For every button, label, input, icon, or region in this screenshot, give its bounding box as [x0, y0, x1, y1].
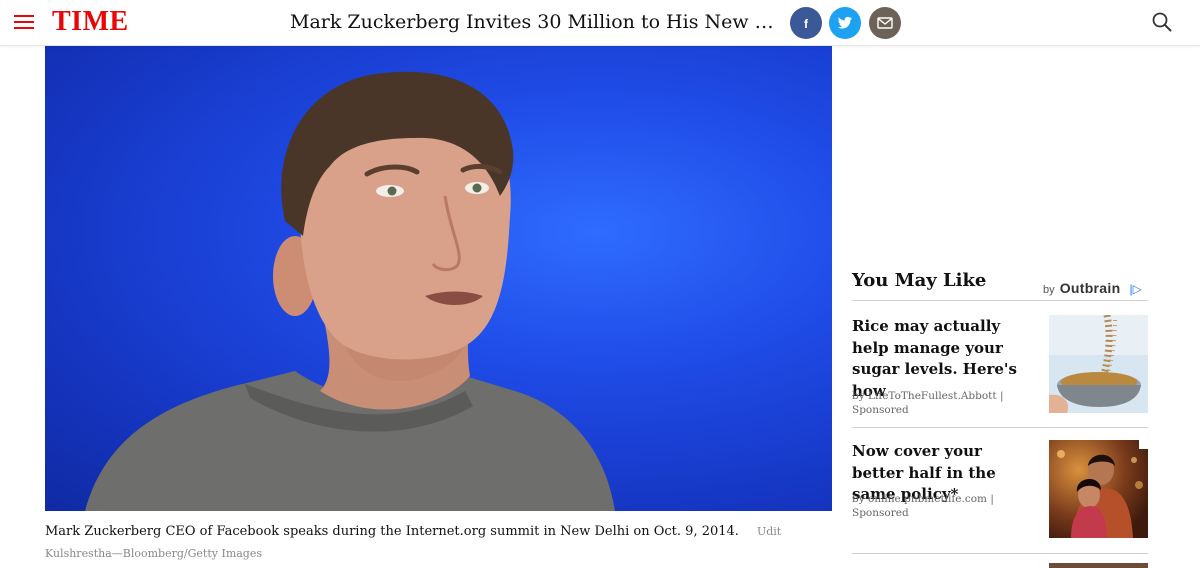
- rail-divider: [852, 427, 1148, 428]
- svg-text:f: f: [804, 17, 809, 30]
- article-hero-photo: [45, 46, 832, 511]
- outbrain-attribution[interactable]: by Outbrain |▷: [1043, 280, 1142, 298]
- promo-sponsored-label: Sponsored: [852, 404, 909, 416]
- promo-source-domain: by LifeToTheFullest.Abbott |: [852, 390, 1004, 402]
- by-label: by: [1043, 284, 1055, 296]
- promo-sponsored-label: Sponsored: [852, 507, 909, 519]
- adchoices-icon[interactable]: |▷: [1129, 282, 1141, 296]
- photo-caption: Mark Zuckerberg CEO of Facebook speaks d…: [45, 521, 832, 565]
- photo-credit-second: Kulshrestha—Bloomberg/Getty Images: [45, 547, 262, 560]
- top-bar: TIME Mark Zuckerberg Invites 30 Million …: [0, 0, 1200, 46]
- twitter-icon: [837, 16, 852, 29]
- rail-divider: [852, 300, 1148, 301]
- article-headline: Mark Zuckerberg Invites 30 Million to Hi…: [290, 11, 775, 33]
- promo-source-domain: by online.pnbmetlife.com |: [852, 493, 994, 505]
- caption-text: Mark Zuckerberg CEO of Facebook speaks d…: [45, 524, 739, 539]
- photo-credit-first: Udit: [756, 525, 782, 538]
- promo-thumbnail-partial[interactable]: [1049, 563, 1148, 568]
- outbrain-logo: Outbrain: [1059, 280, 1121, 296]
- twitter-share-button[interactable]: [829, 7, 861, 39]
- rail-divider: [852, 553, 1148, 554]
- you-may-like-heading: You May Like: [852, 270, 987, 291]
- portrait-illustration: [85, 71, 615, 511]
- email-share-button[interactable]: [869, 7, 901, 39]
- promo-source: by LifeToTheFullest.Abbott | Sponsored: [852, 389, 1042, 417]
- hamburger-menu-icon[interactable]: [14, 14, 34, 30]
- couple-photo-image[interactable]: [1049, 440, 1148, 538]
- facebook-icon: f: [804, 17, 809, 30]
- time-logo[interactable]: TIME: [52, 5, 129, 39]
- rice-sieve-image[interactable]: [1049, 315, 1148, 413]
- adchoices-badge[interactable]: [1139, 440, 1148, 449]
- promo-source: by online.pnbmetlife.com | Sponsored: [852, 492, 1042, 520]
- facebook-share-button[interactable]: f: [790, 7, 822, 39]
- mail-icon: [877, 17, 893, 29]
- search-icon[interactable]: [1150, 10, 1174, 34]
